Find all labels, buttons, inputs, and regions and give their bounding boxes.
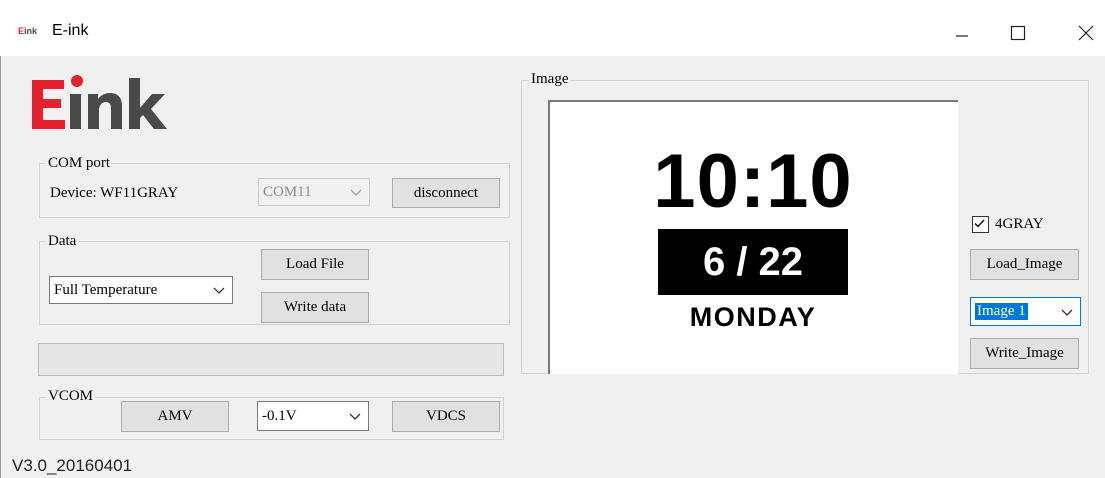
disconnect-button[interactable]: disconnect xyxy=(392,178,500,208)
data-mode-value: Full Temperature xyxy=(54,281,158,298)
amv-button[interactable]: AMV xyxy=(121,401,229,432)
eink-logo xyxy=(32,75,167,129)
chevron-down-icon xyxy=(350,189,362,196)
load-file-button[interactable]: Load File xyxy=(261,249,369,280)
vdcs-button[interactable]: VDCS xyxy=(392,401,500,432)
load-image-button[interactable]: Load_Image xyxy=(970,249,1079,280)
data-mode-select[interactable]: Full Temperature xyxy=(49,276,233,304)
close-icon xyxy=(1078,25,1094,41)
minimize-button[interactable] xyxy=(934,14,990,52)
data-legend: Data xyxy=(46,233,79,249)
com-port-legend: COM port xyxy=(46,155,113,171)
window-title: E-ink xyxy=(52,22,89,39)
maximize-icon xyxy=(1010,25,1026,41)
image-legend: Image xyxy=(529,71,571,87)
chevron-down-icon xyxy=(1061,309,1073,316)
chevron-down-icon xyxy=(213,287,225,294)
vcom-voltage-select[interactable]: -0.1V xyxy=(257,401,369,431)
app-icon-text: ink xyxy=(24,26,38,36)
maximize-button[interactable] xyxy=(990,14,1046,52)
gray-checkbox-row[interactable]: 4GRAY xyxy=(972,216,1044,233)
device-label: Device: WF11GRAY xyxy=(50,185,179,201)
gray-checkbox-label: 4GRAY xyxy=(995,216,1044,232)
write-image-button[interactable]: Write_Image xyxy=(970,338,1079,369)
close-button[interactable] xyxy=(1058,14,1105,52)
image-preview: 10:10 6 / 22 MONDAY xyxy=(548,100,958,374)
vcom-voltage-value: -0.1V xyxy=(262,407,297,424)
version-label: V3.0_20160401 xyxy=(12,456,133,475)
gray-checkbox[interactable] xyxy=(972,216,989,233)
com-port-value: COM11 xyxy=(263,183,312,200)
preview-time: 10:10 xyxy=(653,139,853,224)
chevron-down-icon xyxy=(349,413,361,420)
app-icon: Eink xyxy=(18,26,38,36)
image-select-value: Image 1 xyxy=(975,303,1028,320)
image-select[interactable]: Image 1 xyxy=(970,297,1081,326)
checkmark-icon xyxy=(974,219,985,228)
preview-date: 6 / 22 xyxy=(658,229,848,295)
preview-day: MONDAY xyxy=(689,302,817,332)
write-data-button[interactable]: Write data xyxy=(261,292,369,323)
minimize-icon xyxy=(956,35,968,37)
com-port-select[interactable]: COM11 xyxy=(258,178,370,206)
progress-bar xyxy=(38,343,504,376)
vcom-legend: VCOM xyxy=(46,388,96,404)
